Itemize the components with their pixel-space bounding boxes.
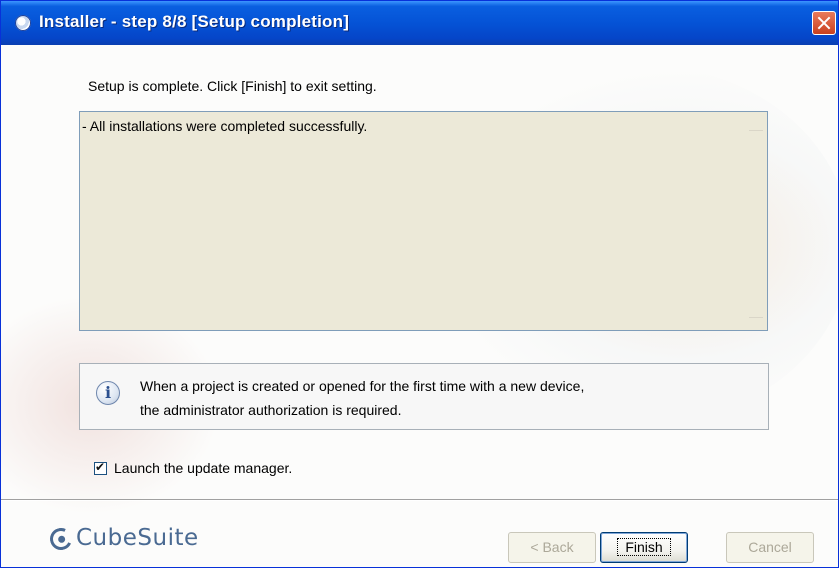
info-panel: i When a project is created or opened fo… xyxy=(79,363,769,430)
scroll-down-arrow[interactable] xyxy=(749,309,763,318)
info-icon: i xyxy=(96,381,120,405)
finish-button[interactable]: Finish xyxy=(600,532,688,563)
brand-name: CubeSuite xyxy=(76,525,199,551)
window-title: Installer - step 8/8 [Setup completion] xyxy=(39,12,350,31)
app-icon xyxy=(15,15,31,31)
finish-button-label: Finish xyxy=(617,538,671,556)
cancel-button[interactable]: Cancel xyxy=(726,532,814,563)
log-line: - All installations were completed succe… xyxy=(82,118,368,134)
launch-update-manager-checkbox[interactable] xyxy=(94,460,107,475)
close-icon[interactable] xyxy=(812,11,836,35)
dialog-body: Setup is complete. Click [Finish] to exi… xyxy=(1,45,838,567)
intro-text: Setup is complete. Click [Finish] to exi… xyxy=(88,78,377,94)
installation-log[interactable]: - All installations were completed succe… xyxy=(79,111,768,331)
back-button[interactable]: < Back xyxy=(508,532,596,563)
launch-update-manager-label[interactable]: Launch the update manager. xyxy=(114,460,292,476)
title-bar[interactable]: Installer - step 8/8 [Setup completion] xyxy=(1,1,838,45)
scroll-up-arrow[interactable] xyxy=(749,130,763,141)
info-text-line-2: the administrator authorization is requi… xyxy=(140,402,402,418)
cubesuite-logo-icon xyxy=(46,524,76,554)
footer-divider xyxy=(1,499,838,501)
info-text-line-1: When a project is created or opened for … xyxy=(140,378,585,394)
installer-window: Installer - step 8/8 [Setup completion] … xyxy=(0,0,839,568)
